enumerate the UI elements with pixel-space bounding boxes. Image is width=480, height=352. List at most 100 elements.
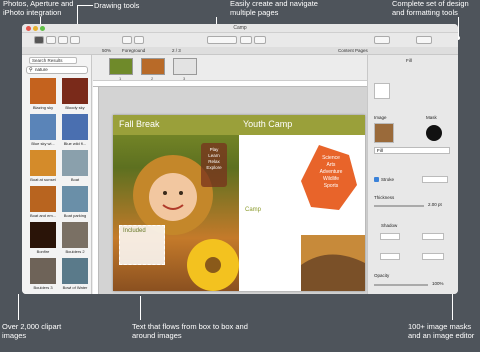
- leaf-word: Arts: [326, 162, 336, 168]
- clipart-label: Blue wild fl...: [63, 141, 87, 146]
- leaf-words: Science Arts Adventure Wildlife Sports: [309, 155, 353, 190]
- clipart-label: Blazing sky: [32, 105, 54, 110]
- callout-design: Complete set of design and formatting to…: [392, 0, 469, 17]
- shadow-blur-field[interactable]: [380, 253, 400, 260]
- leader-drawing: [77, 5, 93, 6]
- camp-subhead: Camp: [245, 207, 262, 213]
- clipart-label: Boulders 2: [65, 249, 85, 254]
- clipart-thumbnail[interactable]: [30, 150, 56, 176]
- leaf-word: Sports: [323, 183, 339, 189]
- mask-well[interactable]: [426, 125, 442, 141]
- callout-textflow: Text that flows from box to box and arou…: [132, 322, 248, 340]
- clipart-label: Boulders 3: [33, 285, 53, 290]
- thickness-slider[interactable]: [374, 205, 424, 207]
- search-value: nature: [35, 67, 48, 72]
- right-heading: Youth Camp: [243, 119, 293, 129]
- page-counter: 2 / 3: [172, 48, 181, 53]
- fill-label: Fill: [406, 58, 412, 63]
- opacity-slider[interactable]: [374, 284, 428, 286]
- inspector-panel: Fill Image Mask Fill Stroke Thickness 2.…: [367, 55, 458, 294]
- document-canvas[interactable]: Included Science Arts Adventure Wildlife…: [99, 87, 367, 294]
- clipart-label: Boat and em...: [29, 213, 56, 218]
- text-tool-button[interactable]: [46, 36, 56, 44]
- format-bar: 50% Foreground 2 / 3 Content Pages: [22, 47, 458, 55]
- shadow-angle-field[interactable]: [422, 253, 444, 260]
- thickness-label: Thickness: [374, 195, 395, 200]
- play-word: Explore: [206, 165, 222, 170]
- included-textbox[interactable]: Included: [119, 225, 165, 265]
- leader-textflow: [140, 296, 141, 320]
- clipart-label: Bloody sky: [65, 105, 85, 110]
- clipart-thumbnail[interactable]: [30, 78, 56, 104]
- page-thumbnail[interactable]: [173, 58, 197, 75]
- select-tool-button[interactable]: [34, 36, 44, 44]
- pen-tool-button[interactable]: [70, 36, 80, 44]
- stroke-checkbox[interactable]: [374, 177, 379, 182]
- zoom-level[interactable]: 50%: [102, 48, 111, 53]
- leader-design: [458, 17, 459, 37]
- image-label: Image: [374, 115, 387, 120]
- layout-button[interactable]: [240, 36, 252, 44]
- search-icon: ⚲: [29, 67, 33, 73]
- left-page: Included: [113, 115, 239, 291]
- leaf-word: Wildlife: [322, 176, 340, 182]
- style-popup[interactable]: [207, 36, 237, 44]
- callout-drawing: Drawing tools: [94, 1, 140, 10]
- grid-button[interactable]: [254, 36, 266, 44]
- callout-photos: Photos, Aperture and iPhoto integration: [3, 0, 74, 17]
- image-well[interactable]: [374, 123, 394, 143]
- opacity-value[interactable]: 100%: [432, 281, 444, 286]
- clipart-thumbnail[interactable]: [62, 150, 88, 176]
- page-thumbnail[interactable]: [109, 58, 133, 75]
- source-select[interactable]: Search Results: [29, 57, 77, 64]
- stroke-label: Stroke: [381, 177, 395, 182]
- clipart-thumbnail[interactable]: [30, 258, 56, 284]
- view-button[interactable]: [134, 36, 144, 44]
- clipart-thumbnail[interactable]: [62, 222, 88, 248]
- window-title: Camp: [233, 25, 247, 31]
- leaf-word: Adventure: [319, 169, 343, 175]
- fill-select[interactable]: Fill: [374, 147, 450, 154]
- toolbar: [22, 33, 458, 47]
- shadow-offset-field[interactable]: [422, 233, 444, 240]
- clipart-thumbnail[interactable]: [30, 186, 56, 212]
- preview-button[interactable]: [374, 36, 390, 44]
- content-pages-select[interactable]: Content Pages: [338, 48, 368, 53]
- page-thumbnail[interactable]: [141, 58, 165, 75]
- leader-clipart: [18, 294, 19, 320]
- layer-select[interactable]: Foreground: [122, 48, 145, 53]
- clipart-label: Boat parking: [63, 213, 87, 218]
- image-tool-button[interactable]: [58, 36, 68, 44]
- callout-clipart: Over 2,000 clipart images: [2, 322, 62, 340]
- fill-swatch[interactable]: [374, 83, 390, 99]
- leaf-word: Science: [322, 155, 340, 161]
- title-bar: Camp: [22, 24, 458, 33]
- mask-label: Mask: [426, 115, 437, 120]
- clipart-thumbnail[interactable]: [62, 186, 88, 212]
- heading-banner: Fall Break Youth Camp: [113, 115, 365, 135]
- shadow-label: Shadow: [381, 223, 398, 228]
- share-button[interactable]: [122, 36, 132, 44]
- clipart-thumbnail[interactable]: [62, 114, 88, 140]
- document-spread[interactable]: Included Science Arts Adventure Wildlife…: [113, 115, 365, 291]
- left-heading: Fall Break: [119, 119, 160, 129]
- right-page: Science Arts Adventure Wildlife Sports C…: [239, 115, 365, 291]
- app-window: Camp 50% Foreground 2 / 3 Content Pages …: [22, 24, 458, 294]
- play-box: Play Learn Relax Explore: [201, 143, 227, 187]
- clipart-label: Boat: [70, 177, 80, 182]
- clipart-thumbnail[interactable]: [30, 222, 56, 248]
- clipart-thumbnail[interactable]: [62, 78, 88, 104]
- clipart-label: Bowl of Water: [62, 285, 88, 290]
- inspector-toggle-button[interactable]: [416, 36, 432, 44]
- clipart-thumbnail[interactable]: [30, 114, 56, 140]
- stroke-color-well[interactable]: [422, 176, 448, 183]
- shadow-color-well[interactable]: [380, 233, 400, 240]
- thickness-value[interactable]: 2.00 pt: [428, 202, 442, 207]
- clipart-sidebar: Search Results ⚲ nature Blazing sky Blood…: [22, 55, 92, 294]
- clipart-label: Bonfire: [36, 249, 50, 254]
- included-heading: Included: [123, 228, 146, 234]
- page-navigator: 123: [93, 55, 367, 81]
- callout-pages: Easily create and navigate multiple page…: [230, 0, 318, 17]
- clipart-thumbnail[interactable]: [62, 258, 88, 284]
- clipart-search-input[interactable]: ⚲ nature: [26, 66, 88, 74]
